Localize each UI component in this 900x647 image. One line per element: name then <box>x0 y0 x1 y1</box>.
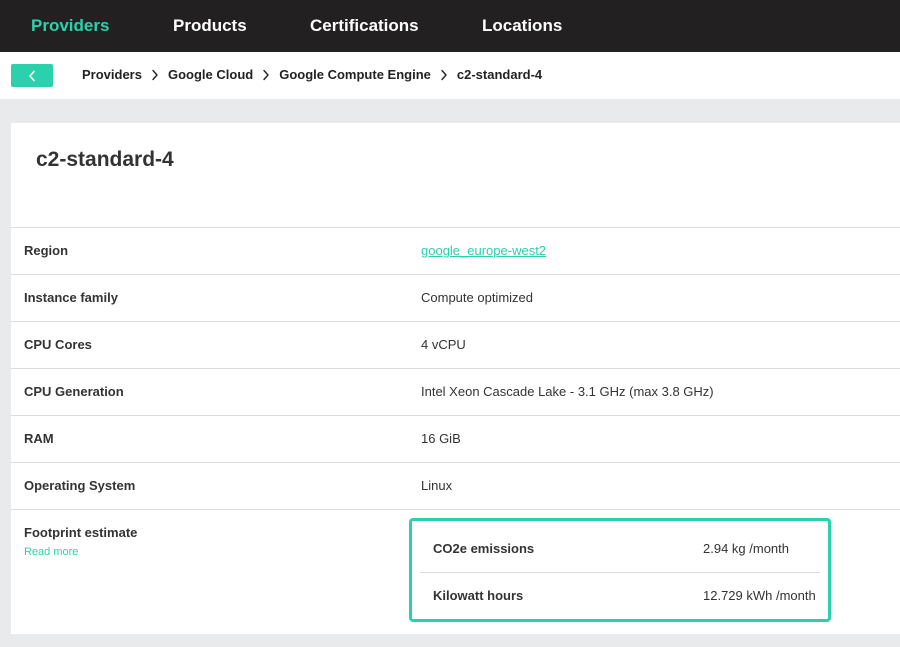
chevron-left-icon <box>29 70 35 81</box>
read-more-link[interactable]: Read more <box>24 546 78 558</box>
footprint-value: 2.94 kg /month <box>703 541 789 556</box>
spec-row-operating-system: Operating System Linux <box>11 462 900 509</box>
footprint-label: CO2e emissions <box>433 541 535 556</box>
footprint-estimate-box: CO2e emissions 2.94 kg /month Kilowatt h… <box>409 518 831 622</box>
chevron-right-icon <box>148 69 162 81</box>
nav-item-locations[interactable]: Locations <box>482 16 562 36</box>
spec-value: Linux <box>421 478 453 493</box>
instance-details-card: c2-standard-4 Region google_europe-west2… <box>11 123 900 634</box>
chevron-right-icon <box>437 69 451 81</box>
breadcrumb-providers[interactable]: Providers <box>82 67 142 82</box>
footprint-label: Kilowatt hours <box>433 588 524 603</box>
footprint-row-co2e: CO2e emissions 2.94 kg /month <box>420 521 820 568</box>
breadcrumb-google-cloud[interactable]: Google Cloud <box>168 67 253 82</box>
spec-label: CPU Generation <box>24 384 124 399</box>
spec-row-ram: RAM 16 GiB <box>11 415 900 462</box>
breadcrumb-google-compute-engine[interactable]: Google Compute Engine <box>279 67 431 82</box>
spec-row-region: Region google_europe-west2 <box>11 227 900 274</box>
chevron-right-icon <box>259 69 273 81</box>
spec-value: 16 GiB <box>421 431 461 446</box>
spec-row-instance-family: Instance family Compute optimized <box>11 274 900 321</box>
spec-label: Region <box>24 243 69 258</box>
spec-label: Operating System <box>24 478 136 493</box>
nav-item-providers[interactable]: Providers <box>31 16 109 36</box>
breadcrumb-current: c2-standard-4 <box>456 67 543 82</box>
spec-row-cpu-cores: CPU Cores 4 vCPU <box>11 321 900 368</box>
spec-value: 4 vCPU <box>421 337 466 352</box>
region-link[interactable]: google_europe-west2 <box>421 243 546 258</box>
spec-row-cpu-generation: CPU Generation Intel Xeon Cascade Lake -… <box>11 368 900 415</box>
breadcrumb-bar: Providers Google Cloud Google Compute En… <box>0 52 900 99</box>
spec-label: CPU Cores <box>24 337 92 352</box>
page-title: c2-standard-4 <box>36 148 174 171</box>
spec-label: Instance family <box>24 290 118 305</box>
spec-value: Intel Xeon Cascade Lake - 3.1 GHz (max 3… <box>421 384 714 399</box>
top-navigation: Providers Products Certifications Locati… <box>0 0 900 52</box>
spec-label: Footprint estimate <box>24 525 138 540</box>
footprint-value: 12.729 kWh /month <box>703 588 816 603</box>
footprint-row-kwh: Kilowatt hours 12.729 kWh /month <box>420 568 820 615</box>
nav-item-certifications[interactable]: Certifications <box>310 16 419 36</box>
breadcrumb: Providers Google Cloud Google Compute En… <box>82 67 542 82</box>
spec-label: RAM <box>24 431 54 446</box>
nav-item-products[interactable]: Products <box>173 16 247 36</box>
back-button[interactable] <box>11 64 53 87</box>
spec-value: Compute optimized <box>421 290 533 305</box>
